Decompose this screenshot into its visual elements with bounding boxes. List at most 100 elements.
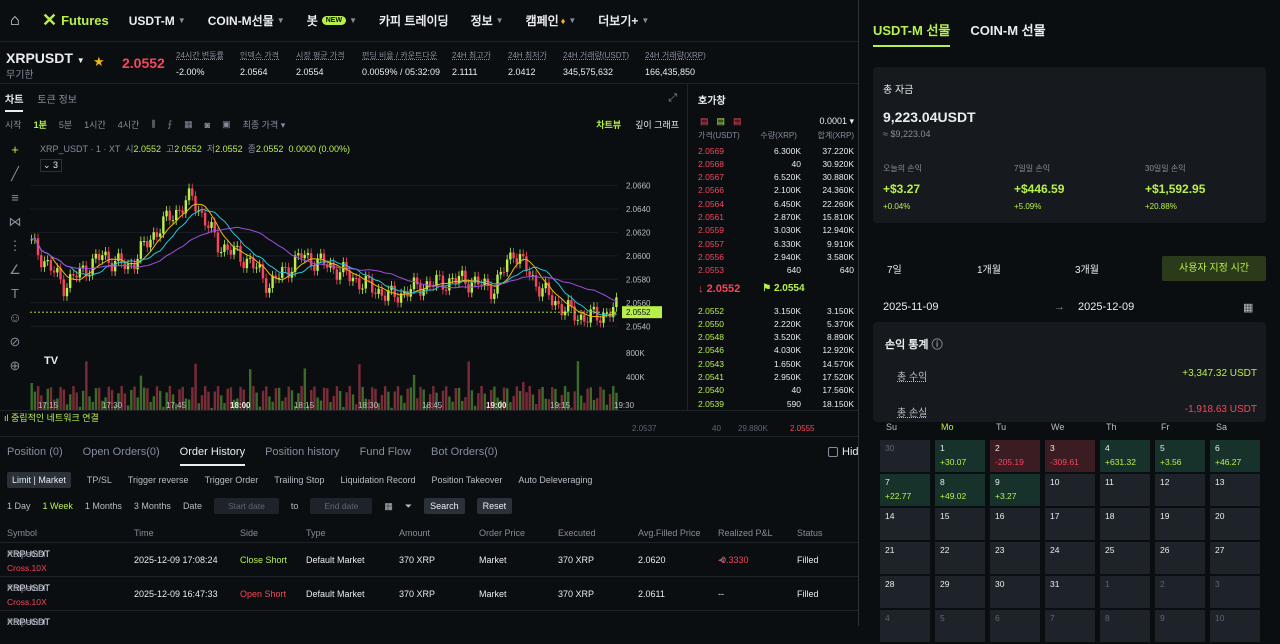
calendar-day[interactable]: 21: [880, 542, 930, 574]
tick-size-select[interactable]: 0.0001 ▾: [819, 116, 854, 127]
calendar-day[interactable]: 28: [880, 576, 930, 608]
date-from-input[interactable]: 2025-11-09: [883, 301, 938, 313]
order-book-row[interactable]: 2.0540 40 17.560K: [698, 384, 856, 399]
layout-icon[interactable]: ▦: [184, 119, 193, 130]
calendar-day[interactable]: 25: [1100, 542, 1150, 574]
logo[interactable]: ✕ Futures: [42, 10, 109, 31]
interval-4h[interactable]: 4시간: [118, 118, 140, 131]
filter-1day[interactable]: 1 Day: [7, 501, 31, 511]
calendar-day[interactable]: 30: [880, 440, 930, 472]
calendar-day[interactable]: 3 -309.61: [1045, 440, 1095, 472]
symbol-selector[interactable]: XRPUSDT ▼: [6, 50, 85, 66]
fib-icon[interactable]: ⋮: [4, 238, 26, 262]
calendar-day[interactable]: 17: [1045, 508, 1095, 540]
interval-1m[interactable]: 1분: [34, 118, 47, 131]
favorite-star-icon[interactable]: ★: [93, 54, 105, 70]
order-book-row[interactable]: 2.0566 2.100K 24.360K: [698, 184, 856, 199]
order-book-row[interactable]: 2.0553 640 640: [698, 264, 856, 279]
crosshair-icon[interactable]: +: [4, 142, 26, 166]
tab-open-orders[interactable]: Open Orders(0): [83, 446, 160, 466]
brush-icon[interactable]: ∠: [4, 262, 26, 286]
calendar-day[interactable]: 3: [1210, 576, 1260, 608]
nav-bot[interactable]: 봇 NEW ▼: [307, 12, 357, 29]
order-book-row[interactable]: 2.0548 3.520K 8.890K: [698, 331, 856, 346]
calendar-day[interactable]: 1 +30.07: [935, 440, 985, 472]
calendar-day[interactable]: 6: [990, 610, 1040, 642]
calendar-day[interactable]: 16: [990, 508, 1040, 540]
ob-bids-icon[interactable]: ▤: [717, 116, 726, 127]
period-custom-button[interactable]: 사용자 지정 시간: [1162, 256, 1266, 281]
home-icon[interactable]: ⌂: [10, 12, 28, 30]
tab-usdt-m-futures[interactable]: USDT-M 선물: [873, 20, 951, 47]
ob-both-icon[interactable]: ▤: [700, 116, 709, 127]
calendar-day[interactable]: 10: [1045, 474, 1095, 506]
calendar-day[interactable]: 9 +3.27: [990, 474, 1040, 506]
order-book-row[interactable]: 2.0546 4.030K 12.920K: [698, 344, 856, 359]
camera-icon[interactable]: ◙: [205, 120, 210, 130]
calendar-day[interactable]: 4: [880, 610, 930, 642]
period-7d[interactable]: 7일: [887, 261, 902, 276]
indicator-icon[interactable]: ⨍: [167, 119, 172, 130]
calendar-day[interactable]: 5 +3.56: [1155, 440, 1205, 472]
calendar-day[interactable]: 6 +46.27: [1210, 440, 1260, 472]
calendar-day[interactable]: 10: [1210, 610, 1260, 642]
tab-chart[interactable]: 차트: [5, 91, 24, 112]
tab-depth-graph[interactable]: 깊이 그래프: [635, 118, 679, 131]
calendar-day[interactable]: 19: [1155, 508, 1205, 540]
calendar-day[interactable]: 15: [935, 508, 985, 540]
emoji-icon[interactable]: ☺: [4, 310, 26, 334]
interval-5m[interactable]: 5분: [59, 118, 72, 131]
order-book-row[interactable]: 2.0561 2.870K 15.810K: [698, 211, 856, 225]
order-book-row[interactable]: 2.0541 2.950K 17.520K: [698, 371, 856, 385]
tab-chart-view[interactable]: 차트뷰: [596, 118, 621, 131]
ob-asks-icon[interactable]: ▤: [733, 116, 742, 127]
subtab-tpsl[interactable]: TP/SL: [87, 475, 112, 485]
calendar-day[interactable]: 2 -205.19: [990, 440, 1040, 472]
horizontal-lines-icon[interactable]: ≡: [4, 190, 26, 214]
calendar-day[interactable]: 9: [1155, 610, 1205, 642]
order-book-row[interactable]: 2.0543 1.650K 14.570K: [698, 357, 856, 372]
interval-1h[interactable]: 1시간: [84, 118, 106, 131]
order-book-row[interactable]: 2.0550 2.220K 5.370K: [698, 317, 856, 332]
table-row[interactable]: XRPUSDT Perpetual Cross.10X 2025-12-09 1…: [0, 542, 858, 576]
tab-bot-orders[interactable]: Bot Orders(0): [431, 446, 498, 466]
filter-icon[interactable]: ⏷: [405, 501, 412, 512]
candle-type-icon[interactable]: ⫼: [151, 119, 155, 130]
period-1m[interactable]: 1개월: [977, 261, 1001, 276]
calendar-day[interactable]: 13: [1210, 474, 1260, 506]
calendar-day[interactable]: 26: [1155, 542, 1205, 574]
subtab-trigger-order[interactable]: Trigger Order: [205, 475, 259, 485]
table-row[interactable]: XRPUSDT Perpetual Cross.10X 2025-12-09 1…: [0, 576, 858, 610]
tab-order-history[interactable]: Order History: [179, 446, 246, 466]
expand-icon[interactable]: ⤢: [668, 92, 677, 105]
calendar-day[interactable]: 8: [1100, 610, 1150, 642]
table-row[interactable]: XRPUSDT Perpetual: [0, 610, 858, 644]
calendar-icon[interactable]: ▦: [384, 501, 393, 512]
ruler-icon[interactable]: ⊘: [4, 334, 26, 358]
indicator-toggle[interactable]: ⌄ 3: [40, 159, 62, 172]
subtab-limit-market[interactable]: Limit | Market: [7, 472, 71, 488]
filter-1month[interactable]: 1 Months: [85, 501, 122, 511]
text-icon[interactable]: T: [4, 286, 26, 310]
filter-1week[interactable]: 1 Week: [43, 501, 73, 511]
calendar-day[interactable]: 4 +631.32: [1100, 440, 1150, 472]
nav-usdt-m[interactable]: USDT-M ▼: [129, 14, 186, 28]
nav-campaign[interactable]: 캠페인 ♦ ▼: [526, 12, 577, 29]
calendar-day[interactable]: 18: [1100, 508, 1150, 540]
order-book-row[interactable]: 2.0539 590 18.150K: [698, 397, 856, 412]
nav-info[interactable]: 정보 ▼: [471, 12, 504, 29]
period-3m[interactable]: 3개월: [1075, 261, 1099, 276]
order-book-row[interactable]: 2.0568 40 30.920K: [698, 157, 856, 172]
end-date-input[interactable]: End date: [310, 498, 373, 514]
candlestick-chart[interactable]: 2.06602.06402.06202.06002.05802.05602.05…: [30, 176, 686, 410]
pattern-icon[interactable]: ⋈: [4, 214, 26, 238]
date-to-input[interactable]: 2025-12-09: [1078, 301, 1134, 313]
zoom-icon[interactable]: ⊕: [4, 358, 26, 382]
reset-button[interactable]: Reset: [476, 498, 513, 514]
calendar-day[interactable]: 22: [935, 542, 985, 574]
price-type-select[interactable]: 최종 가격 ▾: [243, 118, 286, 131]
calendar-day[interactable]: 29: [935, 576, 985, 608]
trendline-icon[interactable]: ╱: [4, 166, 26, 190]
calendar-day[interactable]: 2: [1155, 576, 1205, 608]
tab-positions[interactable]: Position (0): [7, 446, 63, 466]
